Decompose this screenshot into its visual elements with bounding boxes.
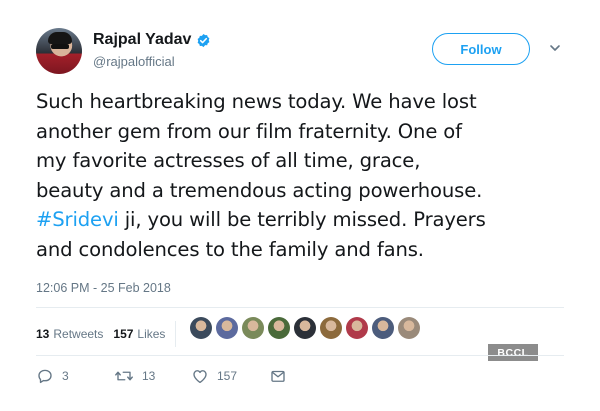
- stats-separator: [175, 321, 177, 347]
- author-name[interactable]: Rajpal Yadav: [93, 31, 191, 49]
- retweet-action[interactable]: 13: [114, 367, 191, 385]
- divider: [36, 307, 564, 308]
- like-action[interactable]: 157: [191, 367, 269, 385]
- tweet-line-rest: ji, you will be terribly missed. Prayers: [118, 208, 486, 231]
- heart-icon: [193, 370, 207, 384]
- liker-avatar[interactable]: [268, 317, 290, 339]
- retweets-label: Retweets: [53, 327, 104, 341]
- tweet-line: my favorite actresses of all time, grace…: [36, 149, 421, 172]
- liker-avatars: [190, 317, 424, 339]
- author-name-row[interactable]: Rajpal Yadav: [93, 31, 211, 49]
- likes-count: 157: [113, 327, 134, 341]
- divider: [36, 355, 564, 356]
- tweet-line: beauty and a tremendous acting powerhous…: [36, 178, 483, 202]
- liker-avatar[interactable]: [294, 317, 316, 339]
- tweet-line: Such heartbreaking news today. We have l…: [36, 90, 477, 113]
- watermark: BCCL: [488, 344, 538, 361]
- liker-avatar[interactable]: [346, 317, 368, 339]
- reply-icon: [38, 369, 52, 384]
- liker-avatar[interactable]: [372, 317, 394, 339]
- tweet-line: and condolences to the family and fans.: [36, 237, 424, 261]
- tweet-text: Such heartbreaking news today. We have l…: [36, 87, 576, 264]
- liker-avatar[interactable]: [320, 317, 342, 339]
- author-handle[interactable]: @rajpalofficial: [93, 54, 175, 69]
- envelope-icon: [271, 370, 285, 382]
- retweet-count: 13: [142, 369, 156, 383]
- tweet-line: another gem from our film fraternity. On…: [36, 119, 462, 143]
- retweet-icon: [115, 371, 133, 381]
- tweet-card: Rajpal Yadav @rajpalofficial Follow Such…: [0, 0, 600, 411]
- reply-action[interactable]: 3: [36, 367, 114, 385]
- chevron-down-icon[interactable]: [549, 42, 561, 54]
- tweet-timestamp[interactable]: 12:06 PM - 25 Feb 2018: [36, 281, 171, 295]
- avatar-hair: [48, 32, 72, 44]
- retweets-stat[interactable]: 13 Retweets: [36, 327, 103, 341]
- direct-message-action[interactable]: [269, 367, 287, 385]
- like-count: 157: [217, 369, 238, 383]
- likes-label: Likes: [137, 327, 166, 341]
- retweets-count: 13: [36, 327, 50, 341]
- verified-badge-icon: [198, 33, 210, 47]
- engagement-stats: 13 Retweets 157 Likes: [36, 321, 186, 347]
- author-avatar[interactable]: [36, 28, 82, 74]
- liker-avatar[interactable]: [216, 317, 238, 339]
- liker-avatar[interactable]: [398, 317, 420, 339]
- reply-count: 3: [62, 369, 69, 383]
- hashtag-link[interactable]: #Sridevi: [36, 208, 119, 231]
- likes-stat[interactable]: 157 Likes: [113, 327, 165, 341]
- liker-avatar[interactable]: [190, 317, 212, 339]
- liker-avatar[interactable]: [242, 317, 264, 339]
- tweet-actions: 3 13 157: [36, 367, 287, 385]
- tweet-line: #Sridevi ji, you will be terribly missed…: [36, 205, 576, 235]
- avatar-sunglasses: [51, 44, 69, 49]
- follow-button[interactable]: Follow: [432, 33, 530, 65]
